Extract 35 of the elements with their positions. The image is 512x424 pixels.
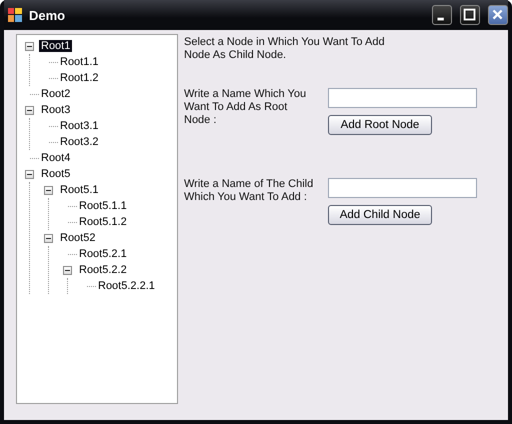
maximize-icon[interactable] (460, 5, 480, 25)
tree-node[interactable]: Root5.1.1 (77, 200, 129, 212)
tree-node[interactable]: Root5.1.2 (77, 216, 129, 228)
window-title: Demo (29, 8, 66, 22)
add-child-button[interactable]: Add Child Node (328, 205, 432, 225)
input-field[interactable] (328, 178, 477, 198)
tree-node[interactable]: Root5.2.2 (77, 264, 129, 276)
tree-node[interactable]: Root4 (39, 152, 72, 164)
collapse-icon[interactable] (25, 170, 34, 178)
input-field[interactable] (328, 88, 477, 108)
tree-node[interactable]: Root5.1 (58, 184, 101, 196)
instruction-text: Select a Node in Which You Want To Add Node As Child Node. (184, 36, 386, 62)
tree-node[interactable]: Root3.1 (58, 120, 101, 132)
tree-node[interactable]: Root5 (39, 168, 72, 180)
minimize-icon[interactable] (432, 5, 452, 25)
app-icon (7, 7, 23, 23)
field-label: Write a Name Which You Want To Add As Root Node : (184, 88, 308, 128)
tree-node[interactable]: Root1.2 (58, 72, 101, 84)
tree-node[interactable]: Root3.2 (58, 136, 101, 148)
add-root-button[interactable]: Add Root Node (328, 115, 432, 135)
collapse-icon[interactable] (63, 266, 72, 274)
tree-node[interactable]: Root2 (39, 88, 72, 100)
tree-node[interactable]: Root5.2.1 (77, 248, 129, 260)
tree-node[interactable]: Root5.2.2.1 (96, 280, 157, 292)
tree-node[interactable]: Root52 (58, 232, 98, 244)
tree-node[interactable]: Root1 (39, 40, 72, 52)
collapse-icon[interactable] (44, 234, 53, 242)
tree-view[interactable]: Root1 Root1.1 Root1.2 Root2 Root3 Root3.1 Root3.2 Root4 Root5 Root5.1 Root5.1.1 Root5.1.2 Root52 Root5.2.1 Root5.2.2 Root5.2.2.1 (16, 34, 178, 404)
collapse-icon[interactable] (25, 42, 34, 50)
collapse-icon[interactable] (25, 106, 34, 114)
collapse-icon[interactable] (44, 186, 53, 194)
close-icon[interactable] (488, 5, 508, 25)
tree-node[interactable]: Root1.1 (58, 56, 101, 68)
field-label: Write a Name of The Child Which You Want To Add : (184, 178, 314, 205)
tree-node[interactable]: Root3 (39, 104, 72, 116)
